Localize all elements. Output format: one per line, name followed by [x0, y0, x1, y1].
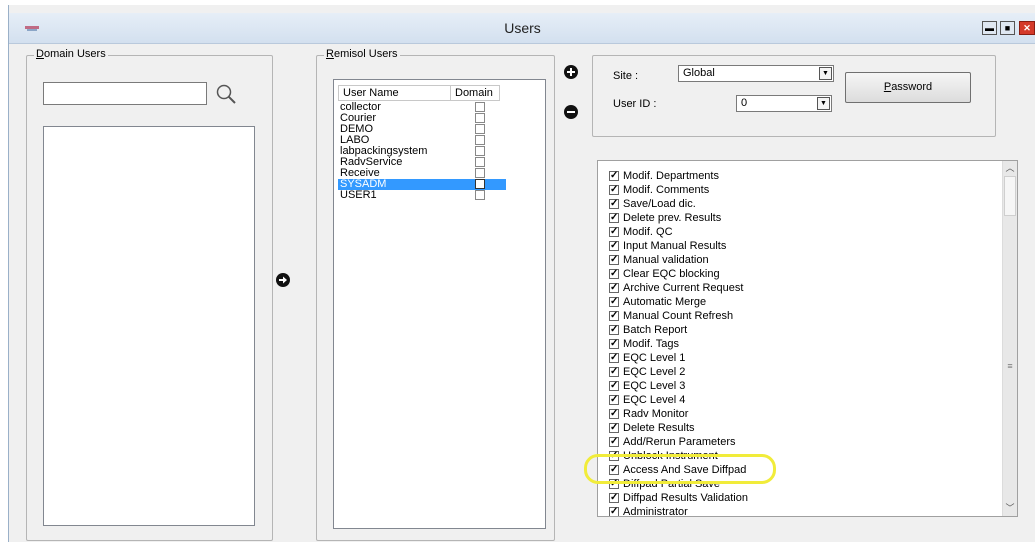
column-user-name[interactable]: User Name — [339, 86, 451, 100]
permission-checkbox[interactable]: ✓ — [609, 381, 619, 391]
permission-label: Batch Report — [623, 324, 688, 336]
user-name-cell: USER1 — [340, 189, 377, 201]
permission-label: Modif. Departments — [623, 170, 719, 182]
permission-checkbox[interactable]: ✓ — [609, 367, 619, 377]
domain-search-input[interactable] — [43, 82, 207, 105]
permission-checkbox[interactable]: ✓ — [609, 437, 619, 447]
minimize-button[interactable]: ▬ — [982, 21, 997, 35]
domain-checkbox[interactable] — [475, 146, 485, 156]
permission-checkbox[interactable]: ✓ — [609, 325, 619, 335]
window-title: Users — [504, 20, 541, 36]
users-window: Users ▬ ■ ✕ Domain Users Remisol Users U… — [8, 5, 1035, 542]
permission-label: Manual Count Refresh — [623, 310, 734, 322]
site-select[interactable]: Global ▼ — [678, 65, 834, 82]
permission-label: Administrator — [623, 506, 688, 517]
permission-checkbox[interactable]: ✓ — [609, 171, 619, 181]
title-bar[interactable]: Users ▬ ■ ✕ — [9, 13, 1035, 44]
domain-checkbox[interactable] — [475, 113, 485, 123]
scroll-down-icon[interactable]: ﹀ — [1003, 501, 1017, 516]
permission-checkbox[interactable]: ✓ — [609, 493, 619, 503]
maximize-button[interactable]: ■ — [1000, 21, 1015, 35]
permission-label: Modif. Comments — [623, 184, 710, 196]
user-id-label: User ID : — [613, 98, 657, 110]
chevron-down-icon[interactable]: ▼ — [819, 67, 832, 80]
permission-checkbox[interactable]: ✓ — [609, 199, 619, 209]
domain-checkbox[interactable] — [475, 168, 485, 178]
permission-label: Modif. QC — [623, 226, 673, 238]
permission-label: Unblock Instrument — [623, 450, 718, 462]
domain-users-group: Domain Users — [26, 48, 273, 541]
permission-label: Add/Rerun Parameters — [623, 436, 736, 448]
permission-checkbox[interactable]: ✓ — [609, 311, 619, 321]
user-id-select-value: 0 — [741, 97, 748, 109]
permission-label: EQC Level 2 — [623, 366, 686, 378]
permission-checkbox[interactable]: ✓ — [609, 465, 619, 475]
permission-checkbox[interactable]: ✓ — [609, 255, 619, 265]
permission-checkbox[interactable]: ✓ — [609, 353, 619, 363]
remove-user-icon[interactable] — [564, 105, 578, 119]
permission-checkbox[interactable]: ✓ — [609, 395, 619, 405]
permission-label: Manual validation — [623, 254, 709, 266]
arrow-right-icon[interactable] — [276, 273, 290, 287]
permission-label: EQC Level 1 — [623, 352, 686, 364]
site-select-value: Global — [683, 67, 715, 79]
user-id-select[interactable]: 0 ▼ — [736, 95, 832, 112]
permission-label: Clear EQC blocking — [623, 268, 720, 280]
permission-label: EQC Level 4 — [623, 394, 686, 406]
permission-checkbox[interactable]: ✓ — [609, 479, 619, 489]
table-row[interactable]: USER1 — [338, 190, 506, 201]
permission-checkbox[interactable]: ✓ — [609, 185, 619, 195]
permission-label: Modif. Tags — [623, 338, 680, 350]
domain-checkbox[interactable] — [475, 102, 485, 112]
password-button[interactable]: Password — [845, 72, 971, 103]
list-header: User Name Domain — [338, 85, 500, 101]
site-user-group: Site : Global ▼ User ID : 0 ▼ Password — [592, 55, 996, 137]
column-domain[interactable]: Domain — [451, 86, 499, 100]
remisol-users-list[interactable]: User Name Domain collector Courier DEMO LAB… — [333, 79, 546, 529]
permission-checkbox[interactable]: ✓ — [609, 451, 619, 461]
remisol-users-group: Remisol Users User Name Domain collector… — [316, 48, 555, 541]
search-icon[interactable] — [215, 83, 237, 105]
permission-label: Diffpad Partial Save — [623, 478, 721, 490]
permission-checkbox[interactable]: ✓ — [609, 213, 619, 223]
site-label: Site : — [613, 70, 639, 82]
permission-label: Automatic Merge — [623, 296, 707, 308]
permission-checkbox[interactable]: ✓ — [609, 241, 619, 251]
permissions-scrollbar[interactable]: ︿ ≡ ﹀ — [1002, 161, 1017, 516]
add-user-icon[interactable] — [564, 65, 578, 79]
domain-checkbox[interactable] — [475, 124, 485, 134]
chevron-down-icon[interactable]: ▼ — [817, 97, 830, 110]
domain-users-legend: Domain Users — [34, 48, 108, 60]
scroll-grip-icon: ≡ — [1007, 361, 1013, 371]
scroll-thumb[interactable] — [1004, 176, 1016, 216]
domain-checkbox[interactable] — [475, 179, 485, 189]
permission-label: Delete Results — [623, 422, 695, 434]
permission-checkbox[interactable]: ✓ — [609, 269, 619, 279]
permission-checkbox[interactable]: ✓ — [609, 227, 619, 237]
scroll-up-icon[interactable]: ︿ — [1003, 161, 1017, 176]
permission-checkbox[interactable]: ✓ — [609, 423, 619, 433]
domain-checkbox[interactable] — [475, 135, 485, 145]
remisol-users-legend: Remisol Users — [324, 48, 400, 60]
domain-users-list[interactable] — [43, 126, 255, 526]
permissions-list[interactable]: ✓ Modif. Departments ✓ Modif. Comments ✓ Save… — [597, 160, 1018, 517]
permission-label: Input Manual Results — [623, 240, 727, 252]
permission-label: Diffpad Results Validation — [623, 492, 748, 504]
domain-checkbox[interactable] — [475, 190, 485, 200]
permission-checkbox[interactable]: ✓ — [609, 409, 619, 419]
permission-label: EQC Level 3 — [623, 380, 686, 392]
permission-label: Access And Save Diffpad — [623, 464, 747, 476]
permission-label: Radv Monitor — [623, 408, 689, 420]
permission-label: Save/Load dic. — [623, 198, 696, 210]
close-button[interactable]: ✕ — [1019, 21, 1035, 35]
permission-checkbox[interactable]: ✓ — [609, 507, 619, 516]
permission-label: Archive Current Request — [623, 282, 744, 294]
permission-checkbox[interactable]: ✓ — [609, 297, 619, 307]
domain-checkbox[interactable] — [475, 157, 485, 167]
permission-checkbox[interactable]: ✓ — [609, 339, 619, 349]
permission-checkbox[interactable]: ✓ — [609, 283, 619, 293]
permission-label: Delete prev. Results — [623, 212, 722, 224]
